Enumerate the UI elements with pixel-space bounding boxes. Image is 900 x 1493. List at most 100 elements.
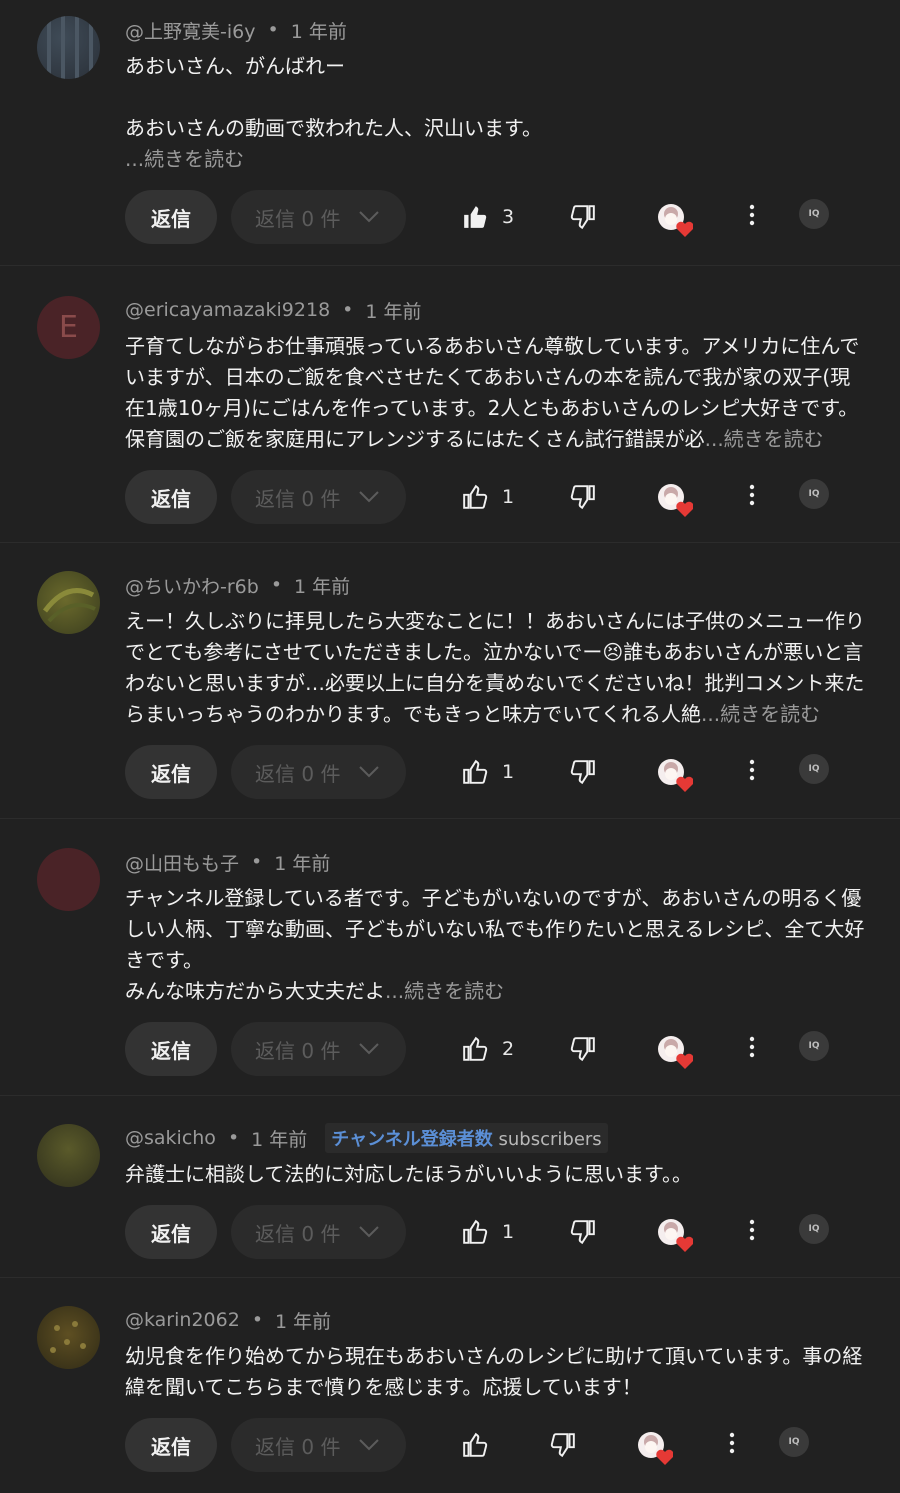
avatar[interactable]: E: [37, 296, 100, 359]
reply-button[interactable]: 返信: [125, 1418, 217, 1472]
thumbs-down-icon: [550, 1433, 575, 1458]
read-more-link[interactable]: ...続きを読む: [385, 979, 504, 1003]
thumbs-up-icon: [463, 1036, 488, 1061]
more-options-button[interactable]: [749, 204, 755, 230]
comment-line: 幼児食を作り始めてから現在もあおいさんのレシピに助けて頂いています。事の経緯を聞…: [125, 1344, 863, 1399]
more-options-button[interactable]: [729, 1432, 735, 1458]
more-options-button[interactable]: [749, 484, 755, 510]
comment-text: 子育てしながらお仕事頑張っているあおいさん尊敬しています。アメリカに住んでいます…: [125, 331, 900, 455]
comment-author[interactable]: @ericayamazaki9218: [125, 299, 330, 321]
avatar-image: [47, 16, 93, 79]
like-button[interactable]: 1: [462, 1219, 514, 1245]
comment-time[interactable]: 1 年前: [294, 572, 350, 599]
comment-actions: 返信 返信 0 件 3 IQ: [125, 190, 900, 270]
read-more-link[interactable]: ...続きを読む: [125, 144, 870, 174]
badge-sub: subscribers: [498, 1129, 602, 1150]
avatar[interactable]: [37, 16, 100, 79]
thumbs-up-icon: [463, 1432, 488, 1457]
replies-button[interactable]: 返信 0 件: [231, 745, 406, 799]
separator-dot: •: [342, 299, 354, 321]
chevron-down-icon: [359, 211, 380, 223]
reply-button[interactable]: 返信: [125, 1022, 217, 1076]
comment-author[interactable]: @上野寛美-i6y: [125, 17, 255, 44]
like-button[interactable]: 1: [462, 484, 514, 510]
dislike-button[interactable]: [550, 1432, 576, 1462]
creator-heart-icon: [658, 759, 694, 792]
more-options-button[interactable]: [749, 759, 755, 785]
iq-extension-icon[interactable]: IQ: [799, 199, 829, 229]
thumbs-down-icon: [570, 205, 595, 230]
more-options-button[interactable]: [749, 1036, 755, 1062]
thumbs-down-icon: [570, 485, 595, 510]
thumbs-down-icon: [570, 1220, 595, 1245]
reply-button[interactable]: 返信: [125, 470, 217, 524]
comment-text: あおいさん、がんばれー あおいさんの動画で救われた人、沢山います。 ...続きを…: [125, 51, 900, 174]
comment-line: 弁護士に相談して法的に対応したほうがいいように思います。。: [125, 1162, 692, 1186]
comment-author[interactable]: @ちいかわ-r6b: [125, 572, 259, 599]
chevron-down-icon: [359, 1439, 380, 1451]
comment-actions: 返信 返信 0 件 1 IQ: [125, 745, 900, 825]
chevron-down-icon: [359, 491, 380, 503]
like-button[interactable]: [462, 1432, 488, 1458]
replies-button[interactable]: 返信 0 件: [231, 1022, 406, 1076]
separator-dot: •: [227, 1127, 240, 1149]
like-count: 2: [502, 1038, 515, 1060]
creator-heart-avatar: [657, 203, 694, 239]
reply-button[interactable]: 返信: [125, 1205, 217, 1259]
comment-time[interactable]: 1 年前: [365, 297, 421, 324]
comment-author[interactable]: @山田もも子: [125, 849, 239, 876]
comment-time[interactable]: 1 年前: [275, 1307, 331, 1334]
comment-actions: 返信 返信 0 件 2 IQ: [125, 1022, 900, 1102]
iq-extension-icon[interactable]: IQ: [799, 1031, 829, 1061]
like-button[interactable]: 3: [462, 204, 514, 230]
kebab-menu-icon: [749, 1219, 755, 1241]
comment-meta: @上野寛美-i6y • 1 年前: [125, 16, 900, 44]
iq-extension-icon[interactable]: IQ: [799, 479, 829, 509]
avatar-image: [42, 588, 96, 623]
creator-heart-icon: [658, 204, 694, 237]
avatar[interactable]: [37, 848, 100, 911]
read-more-link[interactable]: ...続きを読む: [701, 702, 820, 726]
comment: @上野寛美-i6y • 1 年前 あおいさん、がんばれー あおいさんの動画で救わ…: [0, 0, 900, 266]
avatar-letter: E: [59, 310, 78, 345]
reply-button[interactable]: 返信: [125, 745, 217, 799]
avatar[interactable]: [37, 571, 100, 634]
replies-label: 返信 0 件: [255, 486, 341, 511]
iq-extension-icon[interactable]: IQ: [779, 1427, 809, 1457]
comment-meta: @sakicho • 1 年前 チャンネル登録者数 subscribers: [125, 1123, 900, 1153]
comment-author[interactable]: @karin2062: [125, 1309, 240, 1331]
comment-time[interactable]: 1 年前: [274, 849, 330, 876]
comment-time[interactable]: 1 年前: [291, 17, 347, 44]
avatar[interactable]: [37, 1124, 100, 1187]
dislike-button[interactable]: [570, 1219, 596, 1249]
iq-extension-icon[interactable]: IQ: [799, 754, 829, 784]
like-button[interactable]: 1: [462, 759, 514, 785]
read-more-link[interactable]: ...続きを読む: [705, 427, 824, 451]
replies-button[interactable]: 返信 0 件: [231, 1205, 406, 1259]
comment: @山田もも子 • 1 年前 チャンネル登録している者です。子どもがいないのですが…: [0, 819, 900, 1096]
dislike-button[interactable]: [570, 759, 596, 789]
reply-button[interactable]: 返信: [125, 190, 217, 244]
comment: @karin2062 • 1 年前 幼児食を作り始めてから現在もあおいさんのレシ…: [0, 1278, 900, 1493]
separator-dot: •: [251, 1309, 264, 1331]
like-button[interactable]: 2: [462, 1036, 514, 1062]
replies-button[interactable]: 返信 0 件: [231, 190, 406, 244]
comment-author[interactable]: @sakicho: [125, 1127, 216, 1149]
dislike-button[interactable]: [570, 204, 596, 234]
replies-label: 返信 0 件: [255, 1038, 341, 1063]
replies-label: 返信 0 件: [255, 1434, 341, 1459]
avatar[interactable]: [37, 1306, 100, 1369]
creator-heart-avatar: [657, 1035, 694, 1071]
dislike-button[interactable]: [570, 484, 596, 514]
comment: E @ericayamazaki9218 • 1 年前 子育てしながらお仕事頑張…: [0, 266, 900, 543]
more-options-button[interactable]: [749, 1219, 755, 1245]
comment-meta: @ちいかわ-r6b • 1 年前: [125, 571, 900, 599]
replies-button[interactable]: 返信 0 件: [231, 470, 406, 524]
comment-line: あおいさん、がんばれー: [125, 54, 345, 78]
dislike-button[interactable]: [570, 1036, 596, 1066]
separator-dot: •: [251, 851, 263, 873]
comment-time[interactable]: 1 年前: [251, 1125, 307, 1152]
iq-extension-icon[interactable]: IQ: [799, 1214, 829, 1244]
replies-button[interactable]: 返信 0 件: [231, 1418, 406, 1472]
creator-heart-avatar: [637, 1431, 674, 1467]
